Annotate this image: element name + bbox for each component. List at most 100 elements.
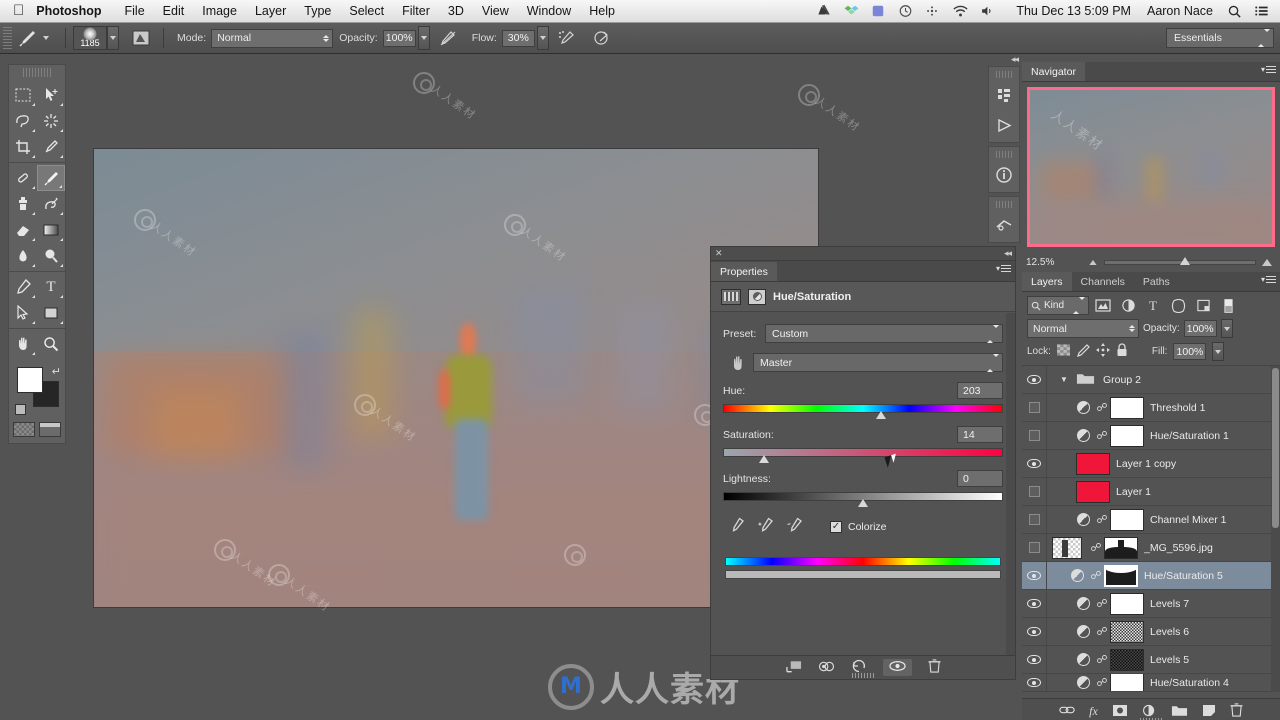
dock-grip[interactable]	[996, 201, 1012, 208]
lasso-tool[interactable]	[9, 108, 37, 134]
channel-select[interactable]: Master	[753, 353, 1003, 372]
history-brush-tool[interactable]	[37, 191, 65, 217]
layer-name[interactable]: Levels 5	[1150, 654, 1189, 666]
brush-picker-chevron-down-icon[interactable]	[107, 26, 119, 50]
adjustments-panel-icon[interactable]	[989, 210, 1019, 240]
tab-paths[interactable]: Paths	[1133, 272, 1179, 291]
zoom-out-icon[interactable]	[1089, 259, 1097, 265]
layer-visibility-toggle[interactable]	[1022, 366, 1046, 394]
layer-mask-thumbnail[interactable]	[1110, 648, 1144, 671]
layer-mask-thumbnail[interactable]	[1110, 674, 1144, 691]
menu-help[interactable]: Help	[580, 4, 624, 18]
panel-menu-icon[interactable]: ▾	[996, 264, 1011, 273]
hue-slider[interactable]	[723, 404, 1003, 419]
layer-name[interactable]: Threshold 1	[1150, 402, 1205, 414]
lock-transparency-icon[interactable]	[1056, 344, 1070, 359]
layer-thumbnail[interactable]	[1052, 536, 1082, 559]
tab-properties[interactable]: Properties	[711, 262, 777, 281]
menu-filter[interactable]: Filter	[393, 4, 439, 18]
hue-value[interactable]: 203	[957, 382, 1003, 399]
lock-image-icon[interactable]	[1076, 343, 1090, 360]
blend-mode-select[interactable]: Normal	[211, 28, 334, 48]
layer-mask-thumbnail[interactable]	[1104, 536, 1138, 559]
layer-visibility-toggle[interactable]	[1022, 674, 1046, 691]
wifi-icon[interactable]	[952, 4, 969, 19]
menu-type[interactable]: Type	[295, 4, 340, 18]
layer-mask-thumbnail[interactable]	[1110, 508, 1144, 531]
layer-mask-thumbnail[interactable]	[1104, 564, 1138, 587]
filter-smartobject-icon[interactable]	[1192, 296, 1214, 315]
layer-row-channel-mixer-1[interactable]: ☍ Channel Mixer 1	[1022, 506, 1280, 534]
zoom-in-icon[interactable]	[1262, 258, 1272, 266]
new-layer-icon[interactable]	[1202, 704, 1216, 720]
navigator-zoom-knob[interactable]	[1180, 256, 1191, 265]
filter-type-icon[interactable]: T	[1142, 296, 1164, 315]
layer-mask-thumbnail[interactable]	[1110, 424, 1144, 447]
layer-visibility-toggle[interactable]	[1022, 562, 1046, 590]
saturation-slider[interactable]	[723, 448, 1003, 463]
filter-adjustment-icon[interactable]	[1117, 296, 1139, 315]
panel-menu-icon[interactable]: ▾	[1261, 275, 1276, 284]
close-icon[interactable]: ✕	[715, 248, 723, 259]
layer-mask-thumbnail[interactable]	[1110, 620, 1144, 643]
tab-layers[interactable]: Layers	[1022, 272, 1072, 291]
menu-select[interactable]: Select	[340, 4, 393, 18]
properties-titlebar[interactable]: ✕ ◂◂	[711, 247, 1015, 261]
mask-link-icon[interactable]: ☍	[1094, 625, 1110, 638]
new-group-icon[interactable]	[1171, 704, 1188, 720]
path-selection-tool[interactable]	[9, 300, 37, 326]
flow-value[interactable]: 30%	[501, 29, 535, 47]
menu-window[interactable]: Window	[518, 4, 580, 18]
properties-scrollbar[interactable]	[1006, 313, 1015, 655]
colorize-checkbox[interactable]: ✓	[830, 521, 842, 533]
dock-grip[interactable]	[996, 151, 1012, 158]
layer-visibility-toggle[interactable]	[1022, 394, 1046, 422]
lightness-value[interactable]: 0	[957, 470, 1003, 487]
layer-thumbnail[interactable]	[1076, 480, 1110, 503]
airbrush-icon[interactable]	[557, 29, 577, 47]
previous-state-icon[interactable]	[818, 660, 835, 676]
layer-name[interactable]: Layer 1	[1116, 486, 1151, 498]
menu-3d[interactable]: 3D	[439, 4, 473, 18]
layer-visibility-toggle[interactable]	[1022, 590, 1046, 618]
layer-name[interactable]: Channel Mixer 1	[1150, 514, 1226, 526]
eraser-tool[interactable]	[9, 217, 37, 243]
layer-row-layer-1-copy[interactable]: Layer 1 copy	[1022, 450, 1280, 478]
layer-row-hue-saturation-1[interactable]: ☍ Hue/Saturation 1	[1022, 422, 1280, 450]
mask-link-icon[interactable]: ☍	[1094, 597, 1110, 610]
layer-opacity-chevron-down-icon[interactable]	[1220, 319, 1233, 338]
navigator-zoom-value[interactable]: 12.5%	[1026, 257, 1054, 268]
filter-pixel-icon[interactable]	[1092, 296, 1114, 315]
tools-panel-grip[interactable]	[23, 68, 51, 77]
layer-name[interactable]: Hue/Saturation 1	[1150, 430, 1229, 442]
lightness-slider-knob[interactable]	[858, 499, 868, 507]
layers-scrollbar[interactable]	[1271, 366, 1280, 692]
layer-name[interactable]: _MG_5596.jpg	[1144, 542, 1213, 554]
menu-edit[interactable]: Edit	[154, 4, 194, 18]
lock-position-icon[interactable]	[1095, 343, 1110, 360]
color-range-result[interactable]	[725, 570, 1001, 579]
tool-preset-chevron-down-icon[interactable]	[43, 36, 49, 40]
notification-center-icon[interactable]	[1254, 4, 1271, 19]
eyedropper-subtract-icon[interactable]	[785, 516, 805, 539]
mask-link-icon[interactable]: ☍	[1088, 569, 1104, 582]
filter-toggle-icon[interactable]	[1217, 296, 1239, 315]
layer-opacity-value[interactable]: 100%	[1183, 320, 1217, 337]
link-layers-icon[interactable]	[1059, 704, 1075, 719]
navigator-thumbnail[interactable]: 人人素材	[1027, 87, 1275, 247]
screen-mode-icon[interactable]	[39, 422, 61, 437]
layer-name[interactable]: Levels 7	[1150, 598, 1189, 610]
quick-selection-tool[interactable]	[37, 108, 65, 134]
tab-navigator[interactable]: Navigator	[1022, 62, 1085, 81]
eyedropper-icon[interactable]	[727, 516, 747, 539]
opacity-value[interactable]: 100%	[382, 29, 416, 47]
group-disclosure-icon[interactable]: ▼	[1060, 375, 1076, 384]
layer-name[interactable]: Layer 1 copy	[1116, 458, 1176, 470]
gradient-tool[interactable]	[37, 217, 65, 243]
workspace-switcher[interactable]: Essentials	[1166, 28, 1274, 48]
mask-link-icon[interactable]: ☍	[1088, 541, 1104, 554]
hue-slider-knob[interactable]	[876, 411, 887, 419]
menubar-user[interactable]: Aaron Nace	[1138, 4, 1222, 18]
layer-row-layer-1[interactable]: Layer 1	[1022, 478, 1280, 506]
layer-blend-mode-select[interactable]: Normal	[1027, 319, 1139, 338]
